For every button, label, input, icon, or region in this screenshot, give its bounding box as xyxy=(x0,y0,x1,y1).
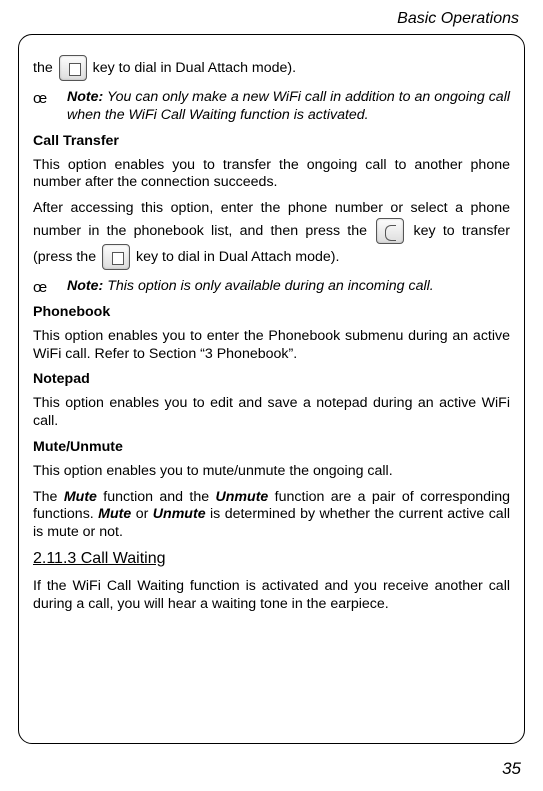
paragraph: This option enables you to transfer the … xyxy=(33,157,510,193)
text-fragment: the xyxy=(33,60,57,76)
menu-key-icon xyxy=(102,244,130,270)
heading-call-transfer: Call Transfer xyxy=(33,133,510,149)
note-label: Note: xyxy=(67,89,103,105)
paragraph: This option enables you to mute/unmute t… xyxy=(33,463,510,481)
paragraph: This option enables you to edit and save… xyxy=(33,395,510,431)
paragraph: If the WiFi Call Waiting function is act… xyxy=(33,578,510,614)
note-row: œ Note: You can only make a new WiFi cal… xyxy=(33,89,510,125)
page-number: 35 xyxy=(502,759,521,779)
paragraph-mute-desc: The Mute function and the Unmute functio… xyxy=(33,489,510,542)
text-fragment: key to dial in Dual Attach mode). xyxy=(93,60,296,76)
line-dual-attach: the key to dial in Dual Attach mode). xyxy=(33,55,510,81)
content-frame: the key to dial in Dual Attach mode). œ … xyxy=(18,34,525,744)
bold-term: Unmute xyxy=(153,506,206,522)
heading-notepad: Notepad xyxy=(33,371,510,387)
note-marker-icon: œ xyxy=(33,89,67,107)
heading-mute: Mute/Unmute xyxy=(33,439,510,455)
text-fragment: The xyxy=(33,489,64,505)
note-marker-icon: œ xyxy=(33,278,67,296)
note-text: This option is only available during an … xyxy=(103,278,433,294)
text-fragment: function and the xyxy=(97,489,216,505)
paragraph-with-icons: After accessing this option, enter the p… xyxy=(33,200,510,270)
note-label: Note: xyxy=(67,278,103,294)
call-key-icon xyxy=(376,218,404,244)
note-text: You can only make a new WiFi call in add… xyxy=(67,89,510,123)
text-fragment: or xyxy=(131,506,153,522)
note-body: Note: You can only make a new WiFi call … xyxy=(67,89,510,125)
menu-key-icon xyxy=(59,55,87,81)
paragraph: This option enables you to enter the Pho… xyxy=(33,328,510,364)
note-body: Note: This option is only available duri… xyxy=(67,278,510,296)
page-header: Basic Operations xyxy=(18,10,525,28)
bold-term: Unmute xyxy=(216,489,269,505)
bold-term: Mute xyxy=(98,506,131,522)
note-row: œ Note: This option is only available du… xyxy=(33,278,510,296)
bold-term: Mute xyxy=(64,489,97,505)
text-fragment: key to dial in Dual Attach mode). xyxy=(136,249,339,265)
heading-call-waiting: 2.11.3 Call Waiting xyxy=(33,550,510,568)
heading-phonebook: Phonebook xyxy=(33,304,510,320)
